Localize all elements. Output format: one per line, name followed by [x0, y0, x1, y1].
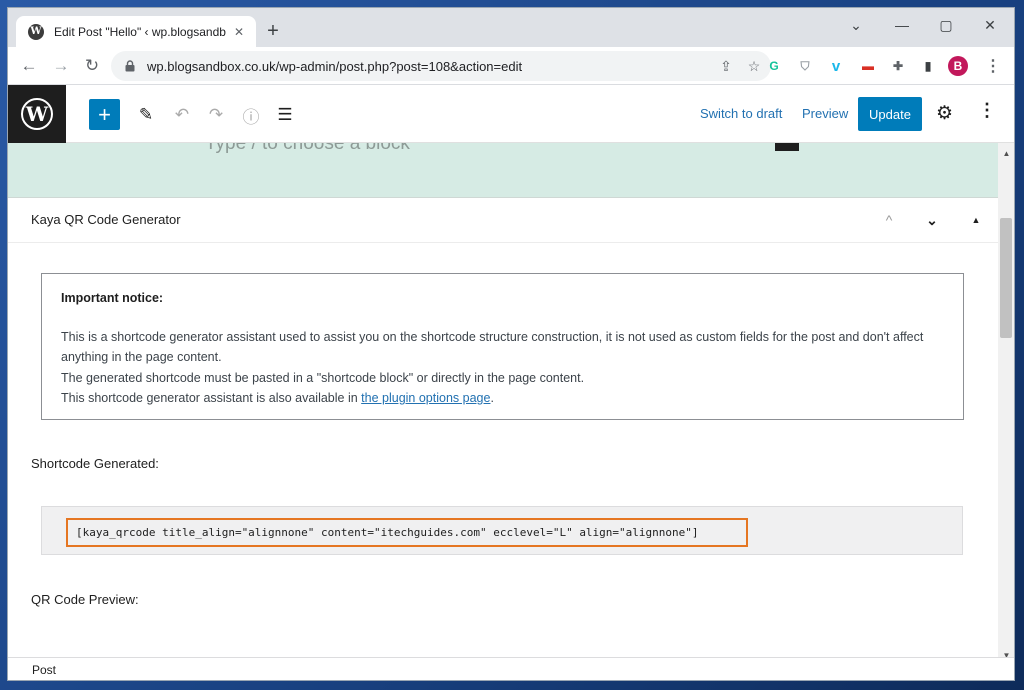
meta-box-header: Kaya QR Code Generator ^ ⌄ ▲ [8, 199, 998, 243]
content-scrollbar[interactable]: ▲ ▼ [998, 143, 1014, 666]
browser-window: W Edit Post "Hello" ‹ wp.blogsandbox ✕ +… [7, 7, 1015, 681]
screen-recorder-icon[interactable]: ▬ [859, 57, 877, 75]
update-button[interactable]: Update [858, 97, 922, 131]
important-notice: Important notice: This is a shortcode ge… [41, 273, 964, 420]
tab-search-icon[interactable]: ⌄ [834, 12, 878, 38]
vimeo-icon[interactable]: v [827, 57, 845, 75]
editor-footer: Post [8, 657, 1014, 680]
undo-icon[interactable]: ↶ [170, 103, 194, 127]
editor-header: W + ✎ ↶ ↷ ⓘ ☰ Switch to draft Preview Up… [8, 85, 1014, 143]
preview-button[interactable]: Preview [802, 106, 848, 121]
edit-tools-icon[interactable]: ✎ [134, 103, 158, 127]
tab-title: Edit Post "Hello" ‹ wp.blogsandbox [54, 24, 226, 39]
editor-content: Type / to choose a block Kaya QR Code Ge… [8, 143, 998, 666]
url-text[interactable]: wp.blogsandbox.co.uk/wp-admin/post.php?p… [147, 59, 715, 74]
scroll-up-icon[interactable]: ▲ [998, 145, 1014, 161]
profile-avatar[interactable]: B [948, 56, 968, 76]
puzzle-icon[interactable]: ✚ [889, 57, 907, 75]
scroll-thumb[interactable] [1000, 218, 1012, 338]
move-up-icon[interactable]: ^ [878, 209, 900, 231]
shortcode-container: [kaya_qrcode title_align="alignnone" con… [41, 506, 963, 555]
shortcode-output[interactable]: [kaya_qrcode title_align="alignnone" con… [66, 518, 748, 547]
shortcode-label: Shortcode Generated: [31, 456, 159, 471]
tab-close-icon[interactable]: ✕ [232, 25, 246, 39]
browser-menu-icon[interactable]: ⋮ [984, 57, 1002, 75]
forward-button[interactable]: → [49, 55, 73, 77]
minimize-button[interactable]: — [880, 12, 924, 38]
options-menu-icon[interactable]: ⋮ [978, 100, 996, 121]
grammarly-icon[interactable]: G [765, 57, 783, 75]
wordpress-logo-button[interactable]: W [8, 85, 66, 143]
close-window-button[interactable]: ✕ [968, 12, 1012, 38]
editor-canvas[interactable]: Type / to choose a block [8, 143, 998, 198]
list-view-icon[interactable]: ☰ [273, 103, 297, 127]
lock-icon[interactable] [123, 59, 137, 73]
details-info-icon[interactable]: ⓘ [239, 103, 263, 127]
wordpress-logo-icon: W [21, 98, 53, 130]
browser-tab[interactable]: W Edit Post "Hello" ‹ wp.blogsandbox ✕ [16, 16, 256, 47]
new-tab-button[interactable]: + [262, 20, 284, 42]
meta-box-title: Kaya QR Code Generator [31, 212, 181, 227]
tab-strip: W Edit Post "Hello" ‹ wp.blogsandbox ✕ +… [8, 8, 1014, 47]
notice-title: Important notice: [61, 291, 164, 305]
maximize-button[interactable]: ▢ [924, 12, 968, 38]
redo-icon[interactable]: ↷ [204, 103, 228, 127]
block-placeholder[interactable]: Type / to choose a block [205, 143, 410, 155]
sidepanel-icon[interactable]: ▮ [919, 57, 937, 75]
switch-to-draft-button[interactable]: Switch to draft [700, 106, 782, 121]
reload-button[interactable]: ↻ [80, 55, 104, 77]
share-icon[interactable]: ⇪ [715, 58, 737, 75]
settings-gear-icon[interactable]: ⚙ [936, 102, 953, 125]
notice-line-2: The generated shortcode must be pasted i… [61, 370, 585, 385]
shield-extension-icon[interactable]: ⛉ [796, 57, 814, 75]
move-down-icon[interactable]: ⌄ [921, 209, 943, 231]
breadcrumb[interactable]: Post [32, 663, 56, 677]
bookmark-star-icon[interactable]: ☆ [743, 58, 765, 75]
notice-line-1: This is a shortcode generator assistant … [61, 329, 924, 365]
qr-preview-label: QR Code Preview: [31, 592, 139, 607]
address-bar[interactable]: wp.blogsandbox.co.uk/wp-admin/post.php?p… [111, 51, 771, 81]
block-toolbar-edge [775, 143, 799, 151]
wordpress-favicon-icon: W [28, 23, 44, 40]
browser-toolbar: ← → ↻ wp.blogsandbox.co.uk/wp-admin/post… [8, 47, 1014, 85]
collapse-toggle-icon[interactable]: ▲ [965, 209, 987, 231]
notice-line-3: This shortcode generator assistant is al… [61, 391, 494, 405]
back-button[interactable]: ← [17, 55, 41, 77]
plugin-options-link[interactable]: the plugin options page [361, 391, 490, 405]
block-inserter-button[interactable]: + [89, 99, 120, 130]
